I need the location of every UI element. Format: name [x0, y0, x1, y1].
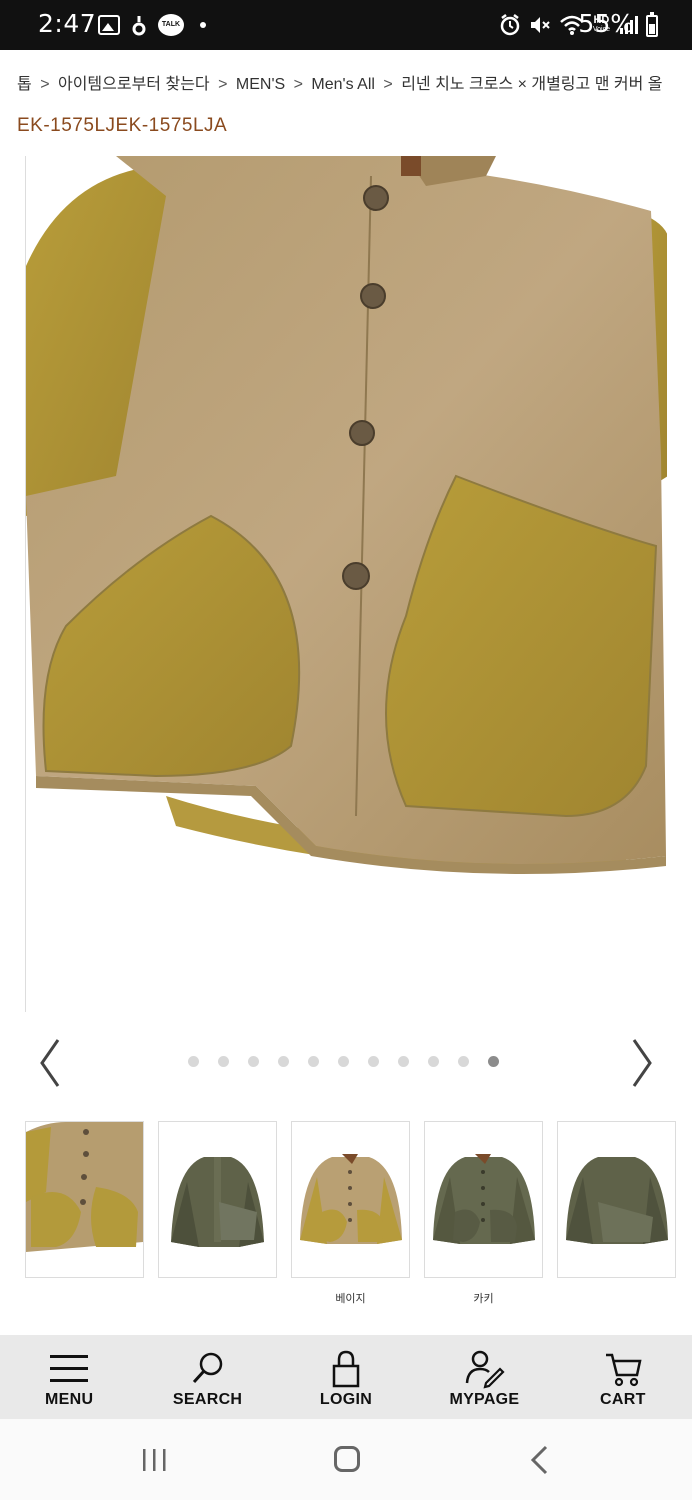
slider-dot[interactable]	[308, 1056, 319, 1067]
nav-login-label: LOGIN	[319, 1391, 373, 1408]
breadcrumb-separator: >	[218, 76, 228, 93]
slider-dot[interactable]	[398, 1056, 409, 1067]
mute-icon	[530, 17, 550, 33]
breadcrumb-separator: >	[40, 76, 50, 93]
product-code: EK-1575LJEK-1575LJA	[17, 115, 228, 136]
battery-icon	[646, 12, 658, 37]
recents-icon[interactable]	[140, 1447, 168, 1473]
thumbnail-image	[171, 1157, 264, 1247]
drop-icon	[132, 16, 146, 36]
back-icon[interactable]	[528, 1444, 550, 1476]
nav-search-button[interactable]: SEARCH	[138, 1335, 276, 1419]
thumbnail-image	[26, 1122, 143, 1252]
slider-dot-active[interactable]	[488, 1056, 499, 1067]
search-icon	[192, 1352, 222, 1384]
breadcrumb-separator: >	[293, 76, 303, 93]
menu-icon	[50, 1355, 89, 1382]
nav-mypage-button[interactable]: MYPAGE	[415, 1335, 553, 1419]
slider-dot[interactable]	[248, 1056, 259, 1067]
nav-cart-button[interactable]: CART	[554, 1335, 692, 1419]
dot-icon	[200, 22, 206, 28]
home-icon[interactable]	[334, 1446, 360, 1472]
thumbnail-khaki-back[interactable]	[158, 1121, 277, 1278]
alarm-icon	[500, 14, 520, 36]
lock-icon	[332, 1350, 360, 1388]
breadcrumb-item-mens[interactable]: MEN'S	[236, 76, 285, 93]
slider-dots	[188, 1056, 499, 1067]
thumbnail-item	[557, 1121, 676, 1304]
slider-dot[interactable]	[188, 1056, 199, 1067]
breadcrumb-item-top[interactable]: 톱	[17, 76, 32, 93]
thumbnail-image	[566, 1157, 668, 1244]
breadcrumb-item-find-by-item[interactable]: 아이템으로부터 찾는다	[58, 76, 210, 93]
thumbnail-khaki-back-2[interactable]	[557, 1121, 676, 1278]
bottom-nav: MENU SEARCH LOGIN MYPAGE CART	[0, 1335, 692, 1419]
thumbnail-item: 베이지	[291, 1121, 410, 1305]
kakaotalk-icon: TALK	[158, 14, 184, 36]
status-icons-left: TALK	[98, 14, 206, 36]
nav-menu-button[interactable]: MENU	[0, 1335, 138, 1419]
thumbnail-strip: 베이지 카키	[25, 1121, 677, 1305]
thumbnail-beige-closeup[interactable]	[25, 1121, 144, 1278]
thumbnail-label-khaki: 카키	[473, 1293, 494, 1305]
slider-dot[interactable]	[338, 1056, 349, 1067]
slider-dot[interactable]	[218, 1056, 229, 1067]
nav-login-button[interactable]: LOGIN	[277, 1335, 415, 1419]
slider-dot[interactable]	[428, 1056, 439, 1067]
thumbnail-item	[158, 1121, 277, 1304]
thumbnail-khaki-front[interactable]	[424, 1121, 543, 1278]
android-nav-bar	[0, 1419, 692, 1500]
status-bar: 2:47 TALK HD Voice 55%	[0, 0, 692, 50]
product-main-image[interactable]	[25, 156, 667, 1012]
nav-cart-label: CART	[600, 1391, 646, 1408]
jacket-closeup-image	[26, 156, 667, 874]
thumbnail-item: 카키	[424, 1121, 543, 1305]
nav-search-label: SEARCH	[172, 1391, 243, 1408]
breadcrumb-item-current: 리넨 치노 크로스 × 개별링고 맨 커버 올	[401, 76, 663, 93]
thumbnail-beige-front[interactable]	[291, 1121, 410, 1278]
status-time: 2:47	[38, 9, 97, 38]
cart-icon	[605, 1353, 642, 1387]
breadcrumb-item-mens-all[interactable]: Men's All	[311, 76, 375, 93]
thumbnail-image	[300, 1154, 402, 1244]
chevron-right-icon[interactable]	[624, 1036, 658, 1090]
slider-dot[interactable]	[458, 1056, 469, 1067]
thumbnail-item	[25, 1121, 144, 1304]
gallery-icon	[98, 15, 120, 35]
slider-dot[interactable]	[278, 1056, 289, 1067]
chevron-left-icon[interactable]	[34, 1036, 68, 1090]
nav-mypage-label: MYPAGE	[449, 1391, 520, 1408]
breadcrumb-separator: >	[383, 76, 393, 93]
breadcrumb: 톱 > 아이템으로부터 찾는다 > MEN'S > Men's All > 리넨…	[17, 70, 677, 94]
nav-menu-label: MENU	[45, 1391, 94, 1408]
slider-dot[interactable]	[368, 1056, 379, 1067]
thumbnail-image	[433, 1154, 535, 1244]
battery-percent: 55%	[578, 9, 634, 38]
user-edit-icon	[466, 1350, 505, 1389]
thumbnail-label-beige: 베이지	[335, 1293, 366, 1305]
